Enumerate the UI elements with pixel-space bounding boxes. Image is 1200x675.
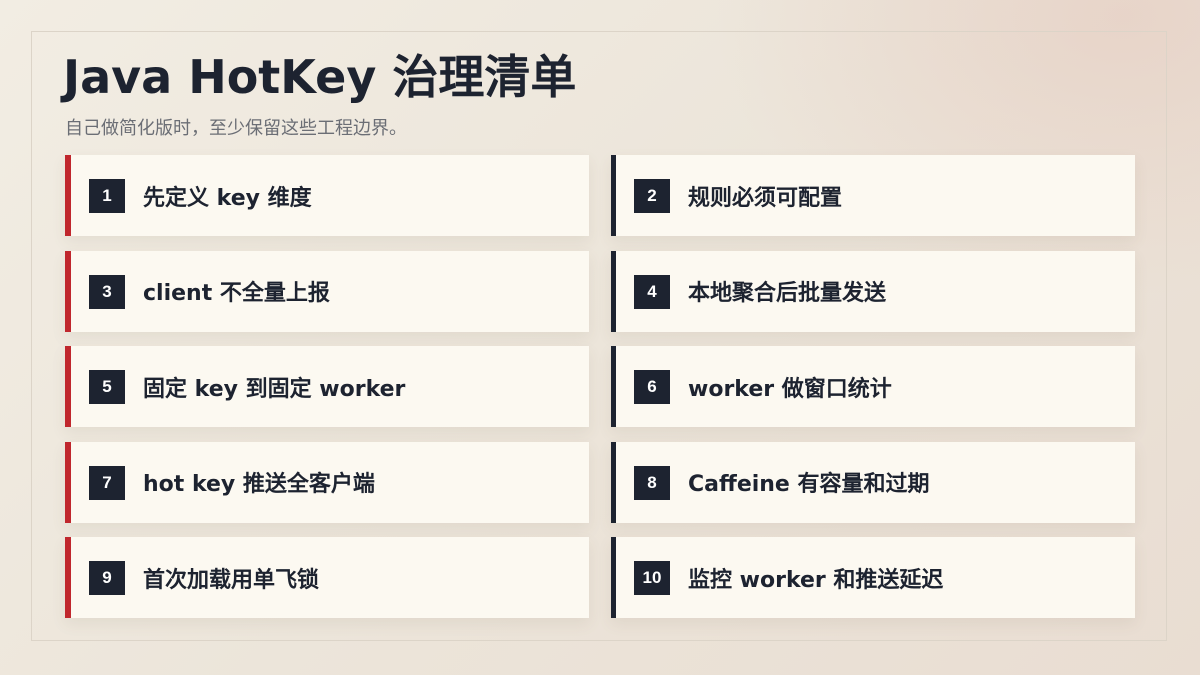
item-number-badge: 7 [89,465,125,500]
item-label: 监控 worker 和推送延迟 [688,567,944,593]
item-label: 首次加载用单飞锁 [143,567,320,593]
item-number-badge: 6 [634,370,670,404]
checklist-item-6: 6 worker 做窗口统计 [611,346,1135,427]
item-number-badge: 8 [634,465,670,500]
checklist-item-7: 7 hot key 推送全客户端 [65,441,589,523]
checklist-item-10: 10 监控 worker 和推送延迟 [611,537,1135,618]
checklist-item-2: 2 规则必须可配置 [611,155,1135,236]
checklist-item-3: 3 client 不全量上报 [65,250,589,332]
item-number-badge: 5 [89,370,125,404]
item-label: client 不全量上报 [143,281,330,306]
item-label: hot key 推送全客户端 [143,472,375,497]
item-number-badge: 9 [89,561,125,595]
item-number-badge: 10 [634,561,670,595]
item-number-badge: 4 [634,274,670,309]
item-label: 本地聚合后批量发送 [688,281,887,306]
page-title: Java HotKey 治理清单 [63,50,577,104]
checklist-item-5: 5 固定 key 到固定 worker [65,346,589,427]
item-label: Caffeine 有容量和过期 [688,472,930,497]
item-number-badge: 2 [634,179,670,213]
page-subtitle: 自己做简化版时，至少保留这些工程边界。 [65,118,407,139]
item-label: 规则必须可配置 [688,185,843,211]
item-label: worker 做窗口统计 [688,376,892,402]
checklist-item-4: 4 本地聚合后批量发送 [611,250,1135,332]
item-label: 固定 key 到固定 worker [143,376,406,402]
checklist-item-1: 1 先定义 key 维度 [65,155,589,236]
item-number-badge: 3 [89,274,125,309]
item-number-badge: 1 [89,179,125,213]
item-label: 先定义 key 维度 [143,185,312,211]
checklist-item-9: 9 首次加载用单飞锁 [65,537,589,618]
checklist-grid: 1 先定义 key 维度 2 规则必须可配置 3 client 不全量上报 4 … [65,155,1135,618]
checklist-item-8: 8 Caffeine 有容量和过期 [611,441,1135,523]
